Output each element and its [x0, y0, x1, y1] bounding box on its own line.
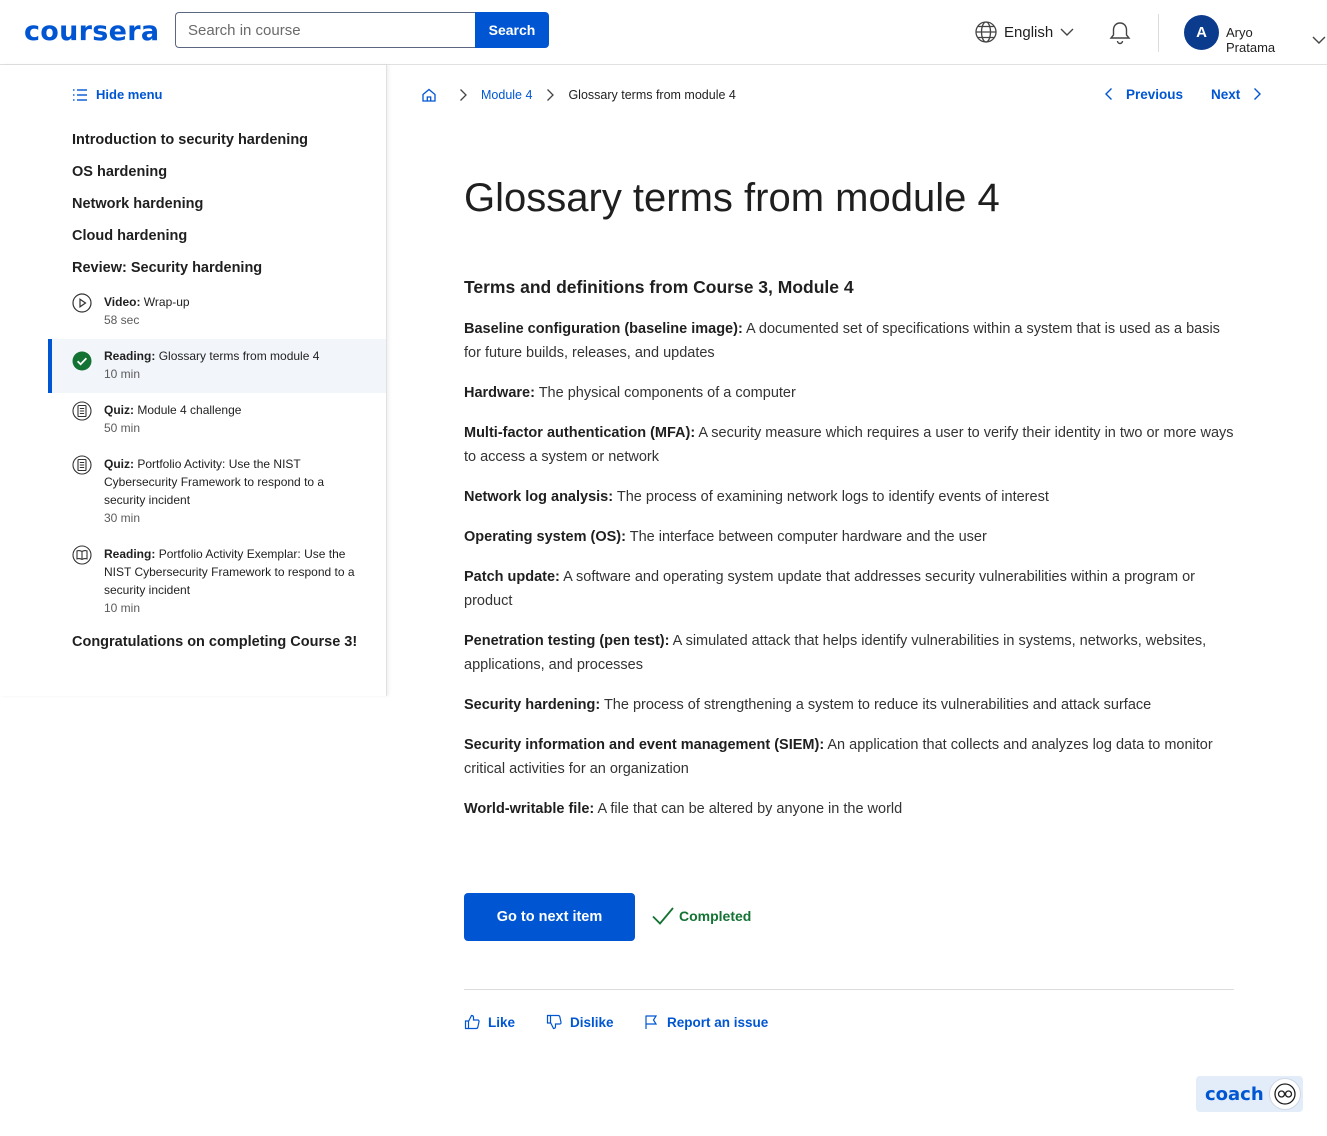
- home-icon[interactable]: [421, 87, 437, 103]
- thumbs-up-icon: [464, 1014, 480, 1030]
- book-icon: [72, 545, 92, 565]
- glossary-term: World-writable file: A file that can be …: [464, 801, 903, 817]
- chevron-down-icon: [1312, 36, 1326, 44]
- like-label: Like: [488, 1014, 516, 1030]
- completed-label: Completed: [679, 908, 752, 924]
- coach-label: coach: [1205, 1083, 1264, 1105]
- sidebar-item-duration: 10 min: [104, 367, 141, 381]
- language-selector[interactable]: English: [974, 20, 1075, 44]
- chevron-down-icon: [1060, 28, 1074, 36]
- chevron-right-icon: [460, 89, 467, 101]
- user-menu[interactable]: Aryo Pratama: [1226, 25, 1327, 55]
- report-issue-button[interactable]: Report an issue: [643, 1014, 768, 1030]
- next-button[interactable]: Next: [1211, 86, 1264, 102]
- sidebar-item-duration: 58 sec: [104, 313, 140, 327]
- sidebar-item-text: Video: Wrap-up: [104, 295, 190, 309]
- language-label: English: [1004, 23, 1054, 41]
- checkmark-icon: [652, 907, 674, 925]
- sidebar-item-duration: 30 min: [104, 511, 141, 525]
- hide-menu-button[interactable]: Hide menu: [72, 87, 162, 102]
- play-circle-icon: [72, 293, 92, 313]
- coach-glasses-icon: [1269, 1078, 1301, 1110]
- sidebar-item-glossary[interactable]: Reading: Glossary terms from module 4 10…: [48, 339, 386, 393]
- search-button[interactable]: Search: [475, 12, 549, 48]
- glossary-term: Multi-factor authentication (MFA): A sec…: [464, 425, 1234, 465]
- glossary-term: Penetration testing (pen test): A simula…: [464, 633, 1207, 673]
- like-button[interactable]: Like: [464, 1014, 515, 1030]
- sidebar-section-cloud[interactable]: Cloud hardening: [72, 228, 187, 244]
- sidebar-section-review[interactable]: Review: Security hardening: [72, 260, 262, 276]
- coursera-logo[interactable]: coursera: [24, 16, 159, 47]
- chevron-right-icon: [1254, 88, 1262, 100]
- header-divider: [1158, 14, 1159, 52]
- completed-check-icon: [72, 351, 92, 371]
- next-label: Next: [1211, 86, 1241, 102]
- sidebar-item-module-4-challenge[interactable]: Quiz: Module 4 challenge 50 min: [48, 393, 386, 447]
- notifications-bell-icon[interactable]: [1107, 20, 1133, 46]
- user-name: Aryo Pratama: [1226, 25, 1276, 55]
- coach-button[interactable]: coach: [1196, 1076, 1303, 1112]
- list-icon: [73, 88, 87, 101]
- sidebar-section-os[interactable]: OS hardening: [72, 164, 167, 180]
- breadcrumb: Module 4 Glossary terms from module 4: [421, 87, 736, 103]
- go-to-next-item-button[interactable]: Go to next item: [464, 893, 635, 941]
- chevron-left-icon: [1105, 88, 1112, 100]
- glossary-term: Patch update: A software and operating s…: [464, 569, 1195, 609]
- top-header: coursera Search English A Aryo Pratama: [0, 0, 1327, 65]
- glossary-term: Security information and event managemen…: [464, 737, 1213, 777]
- previous-button[interactable]: Previous: [1102, 86, 1183, 102]
- sidebar-item-wrap-up[interactable]: Video: Wrap-up 58 sec: [48, 285, 386, 339]
- sidebar-section-network[interactable]: Network hardening: [72, 196, 203, 212]
- breadcrumb-module-link[interactable]: Module 4: [481, 88, 532, 102]
- completed-status: Completed: [651, 905, 751, 927]
- glossary-term: Operating system (OS): The interface bet…: [464, 529, 987, 545]
- divider: [464, 989, 1234, 990]
- sidebar-item-duration: 10 min: [104, 601, 141, 615]
- report-issue-label: Report an issue: [667, 1014, 769, 1030]
- dislike-label: Dislike: [570, 1014, 614, 1030]
- sidebar-item-text: Quiz: Portfolio Activity: Use the NIST C…: [104, 457, 325, 507]
- glossary-term: Hardware: The physical components of a c…: [464, 385, 796, 401]
- sidebar-section-congratulations[interactable]: Congratulations on completing Course 3!: [72, 634, 357, 650]
- chevron-right-icon: [547, 89, 555, 101]
- search-input[interactable]: [175, 12, 475, 48]
- sidebar-item-text: Quiz: Module 4 challenge: [104, 403, 242, 417]
- previous-label: Previous: [1126, 86, 1184, 102]
- glossary-list: Baseline configuration (baseline image):…: [464, 317, 1234, 837]
- sidebar-item-text: Reading: Portfolio Activity Exemplar: Us…: [104, 547, 355, 597]
- quiz-icon: [72, 455, 92, 475]
- glossary-term: Security hardening: The process of stren…: [464, 697, 1152, 713]
- sidebar-item-duration: 50 min: [104, 421, 141, 435]
- avatar[interactable]: A: [1184, 15, 1219, 50]
- globe-icon: [975, 21, 997, 43]
- hide-menu-label: Hide menu: [96, 87, 163, 102]
- sidebar-item-text: Reading: Glossary terms from module 4: [104, 349, 320, 363]
- sidebar-item-portfolio-exemplar[interactable]: Reading: Portfolio Activity Exemplar: Us…: [48, 537, 386, 627]
- breadcrumb-current: Glossary terms from module 4: [568, 88, 736, 102]
- glossary-term: Baseline configuration (baseline image):…: [464, 321, 1220, 361]
- sidebar-item-portfolio-activity[interactable]: Quiz: Portfolio Activity: Use the NIST C…: [48, 447, 386, 537]
- glossary-term: Network log analysis: The process of exa…: [464, 489, 1049, 505]
- thumbs-down-icon: [546, 1014, 562, 1030]
- dislike-button[interactable]: Dislike: [546, 1014, 614, 1030]
- sidebar-section-intro[interactable]: Introduction to security hardening: [72, 132, 308, 148]
- page-title: Glossary terms from module 4: [464, 176, 1000, 220]
- flag-icon: [645, 1015, 658, 1029]
- quiz-icon: [72, 401, 92, 421]
- section-subtitle: Terms and definitions from Course 3, Mod…: [464, 277, 854, 297]
- course-sidebar: Hide menu Introduction to security harde…: [0, 65, 387, 696]
